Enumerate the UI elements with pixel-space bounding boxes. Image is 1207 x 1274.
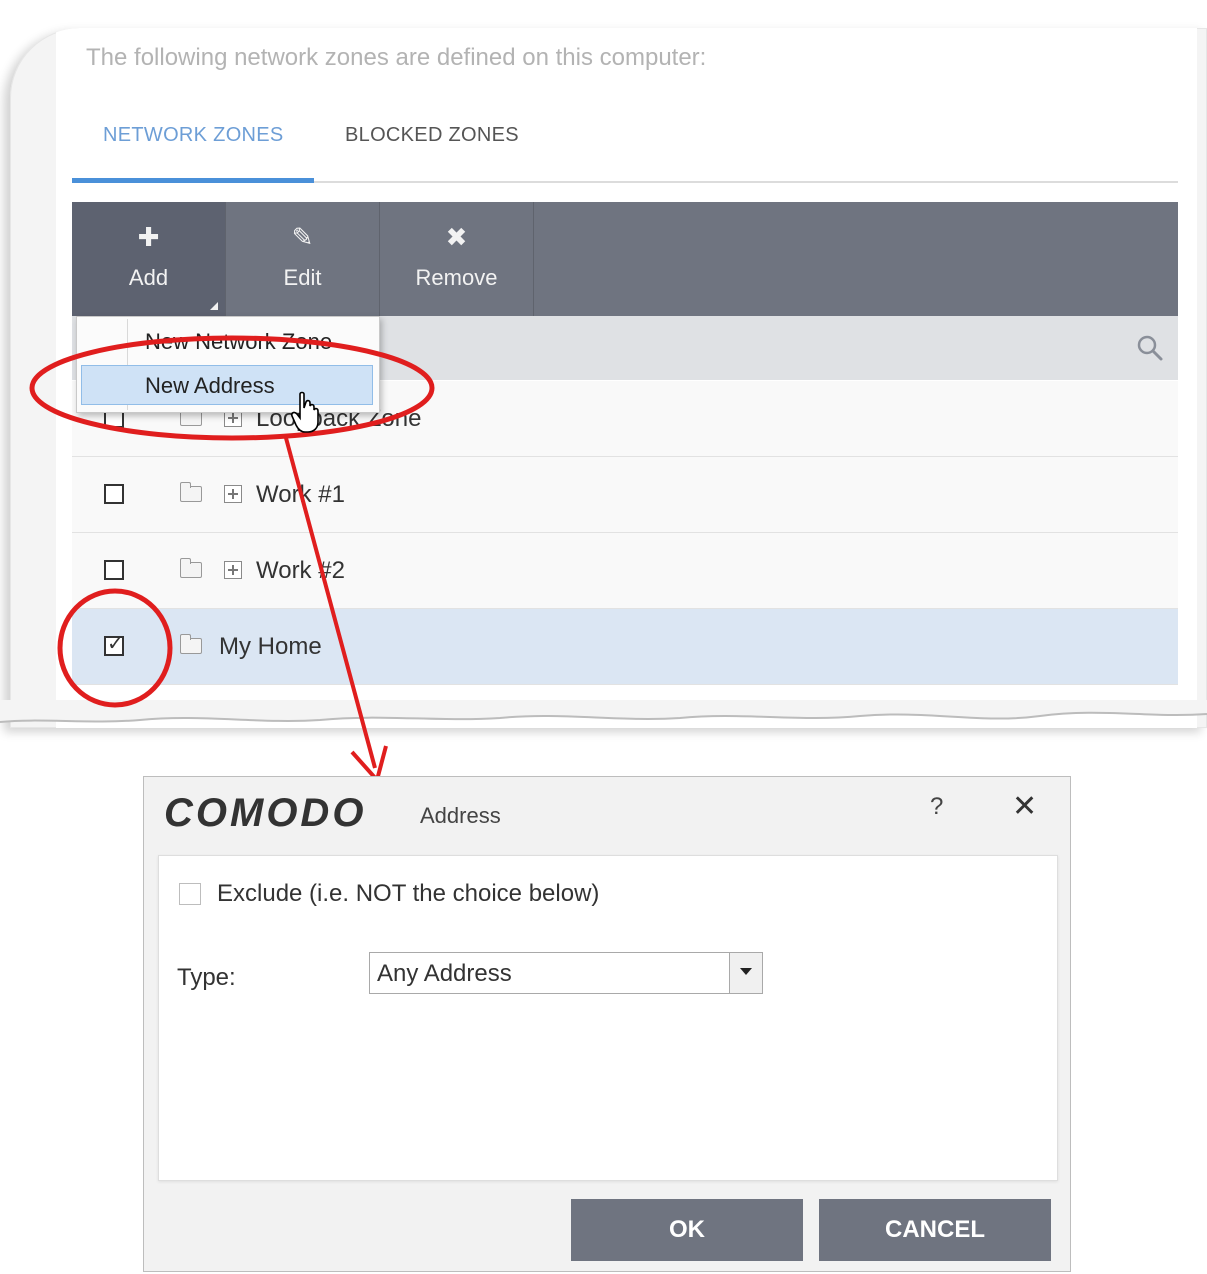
folder-icon bbox=[180, 558, 202, 578]
cancel-button[interactable]: CANCEL bbox=[819, 1199, 1051, 1261]
zone-label: My Home bbox=[219, 633, 322, 660]
x-icon: ✖ bbox=[445, 222, 468, 252]
zone-label: Work #1 bbox=[256, 481, 345, 508]
checkmark-icon: ✓ bbox=[107, 633, 124, 655]
dialog-title: Address bbox=[420, 803, 501, 828]
plus-icon: ✚ bbox=[137, 222, 160, 252]
tab-blocked-zones[interactable]: BLOCKED ZONES bbox=[345, 124, 519, 147]
zone-row-work-1[interactable]: Work #1 bbox=[72, 457, 1178, 533]
expand-icon[interactable] bbox=[224, 485, 242, 503]
remove-button[interactable]: ✖ Remove bbox=[380, 202, 534, 316]
pencil-icon: ✎ bbox=[291, 222, 314, 252]
folder-icon bbox=[180, 634, 202, 654]
edit-button-label: Edit bbox=[283, 265, 322, 290]
remove-button-label: Remove bbox=[415, 265, 498, 290]
dropdown-corner-icon bbox=[210, 302, 218, 310]
menu-item-new-address[interactable]: New Address bbox=[145, 373, 275, 399]
add-dropdown-menu: New Network Zone New Address bbox=[76, 316, 380, 413]
annotation-arrow-head bbox=[350, 745, 388, 785]
folder-icon bbox=[180, 482, 202, 502]
chevron-down-icon[interactable] bbox=[729, 953, 762, 993]
menu-item-new-network-zone[interactable]: New Network Zone bbox=[145, 329, 332, 355]
row-checkbox-checked[interactable]: ✓ bbox=[104, 633, 124, 656]
ok-button[interactable]: OK bbox=[571, 1199, 803, 1261]
help-icon[interactable]: ? bbox=[930, 793, 943, 821]
tab-network-zones[interactable]: NETWORK ZONES bbox=[103, 124, 284, 147]
panel-heading: The following network zones are defined … bbox=[86, 44, 707, 71]
add-button-label: Add bbox=[128, 265, 169, 290]
add-button[interactable]: ✚ Add bbox=[72, 202, 226, 316]
close-icon[interactable]: ✕ bbox=[1012, 789, 1037, 824]
address-dialog: COMODO Address ? ✕ Exclude (i.e. NOT the… bbox=[143, 776, 1071, 1272]
comodo-logo: COMODO bbox=[164, 791, 367, 835]
dialog-content: Exclude (i.e. NOT the choice below) Type… bbox=[158, 855, 1058, 1181]
type-label: Type: bbox=[177, 964, 236, 991]
edit-button[interactable]: ✎ Edit bbox=[226, 202, 380, 316]
type-select-value: Any Address bbox=[377, 960, 512, 987]
row-checkbox[interactable] bbox=[104, 484, 124, 504]
exclude-label: Exclude (i.e. NOT the choice below) bbox=[217, 880, 600, 907]
zone-row-work-2[interactable]: Work #2 bbox=[72, 533, 1178, 609]
torn-edge bbox=[0, 700, 1207, 723]
exclude-checkbox[interactable] bbox=[179, 883, 201, 905]
search-icon[interactable] bbox=[1136, 334, 1164, 362]
expand-icon[interactable] bbox=[224, 561, 242, 579]
type-select[interactable]: Any Address bbox=[369, 952, 763, 994]
zone-row-my-home[interactable]: ✓ My Home bbox=[72, 609, 1178, 685]
toolbar: ✚ Add ✎ Edit ✖ Remove bbox=[72, 202, 1178, 316]
zone-label: Work #2 bbox=[256, 557, 345, 584]
row-checkbox[interactable] bbox=[104, 560, 124, 580]
active-tab-indicator bbox=[72, 178, 314, 183]
